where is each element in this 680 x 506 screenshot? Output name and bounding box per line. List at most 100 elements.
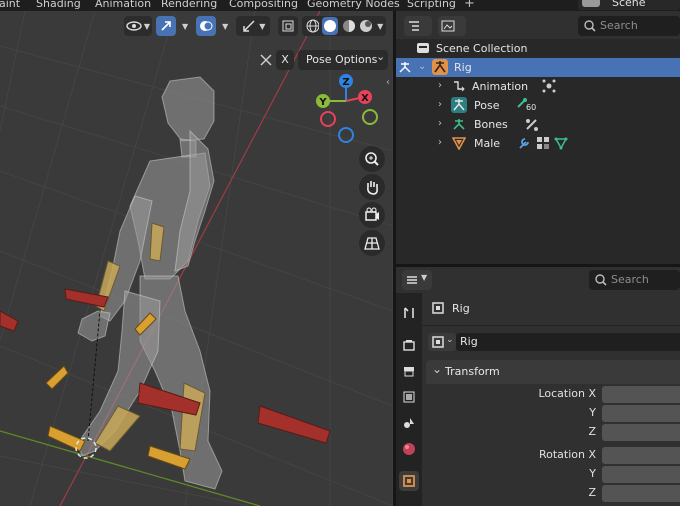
rotation-x-label: Rotation X — [538, 448, 596, 461]
bone-overlay-toggle[interactable]: ▼ — [236, 16, 271, 36]
outliner-item-label: Scene Collection — [436, 42, 528, 55]
tab-render[interactable] — [399, 335, 419, 355]
outliner-item-male[interactable]: › Male — [396, 134, 680, 153]
object-datablock-dropdown[interactable]: ⌄ — [428, 333, 456, 351]
properties-search-input[interactable]: Search — [589, 270, 680, 290]
zoom-icon — [365, 152, 379, 166]
tab-compositing[interactable]: Compositing — [229, 0, 298, 10]
object-name-field-value: Rig — [460, 335, 478, 348]
rotation-y-field[interactable] — [602, 466, 680, 483]
tab-view-layer[interactable] — [399, 387, 419, 407]
outliner-header: Search — [396, 11, 680, 39]
outliner-item-label: Animation — [472, 80, 529, 93]
transform-panel-header[interactable]: ⌄ Transform — [426, 360, 680, 384]
zoom-button[interactable] — [359, 146, 385, 172]
eye-icon — [126, 21, 142, 31]
transform-panel: ⌄ Transform Location X Y Z Rotation X Y … — [426, 360, 680, 506]
tab-geometry-nodes[interactable]: Geometry Nodes — [307, 0, 400, 10]
perspective-toggle-button[interactable] — [359, 230, 385, 256]
location-y-label: Y — [589, 406, 596, 419]
tab-paint[interactable]: aint — [0, 0, 20, 10]
location-z-field[interactable] — [602, 424, 680, 441]
filter-dropdown[interactable] — [438, 16, 466, 36]
3d-viewport[interactable]: ▼ ▼ ▼ ▼ ▼ X Pose Options ⌄ Z Y X ‹ — [0, 11, 393, 506]
gizmo-neg-z[interactable] — [338, 127, 354, 143]
collection-icon — [417, 43, 429, 53]
outliner-item-scene-collection[interactable]: Scene Collection — [396, 39, 680, 58]
properties-header: ▼ Search — [396, 267, 680, 293]
tab-output[interactable] — [399, 361, 419, 381]
xray-toggle[interactable] — [278, 16, 299, 36]
pose-bone-count: 60 — [526, 103, 537, 112]
pan-button[interactable] — [359, 174, 385, 200]
outliner-item-animation[interactable]: › Animation — [396, 77, 680, 96]
location-x-label: Location X — [538, 387, 596, 400]
rotation-z-field[interactable] — [602, 485, 680, 502]
output-icon — [404, 367, 414, 377]
sidebar-toggle-icon[interactable]: ‹ — [386, 77, 390, 88]
tab-shading[interactable]: Shading — [36, 0, 81, 10]
gizmo-toggle[interactable] — [156, 16, 176, 36]
transform-panel-body: Location X Y Z Rotation X Y Z — [426, 384, 680, 506]
pose-options-dropdown[interactable]: Pose Options ⌄ — [298, 50, 388, 70]
outliner-item-pose[interactable]: › Pose 60 — [396, 96, 680, 115]
expand-arrow-icon[interactable]: ⌄ — [418, 61, 426, 72]
list-icon — [409, 21, 419, 31]
tab-rendering[interactable]: Rendering — [161, 0, 217, 10]
tab-tool[interactable] — [399, 303, 419, 323]
object-name-row: Rig — [422, 293, 680, 325]
gizmo-arrow-icon — [161, 21, 171, 31]
add-workspace-button[interactable]: + — [464, 0, 475, 11]
solid-shading-button[interactable] — [322, 17, 339, 35]
tab-scene[interactable] — [399, 413, 419, 433]
image-icon — [441, 20, 455, 32]
overlay-toggle[interactable] — [196, 16, 217, 36]
object-name: Rig — [452, 302, 470, 315]
outliner-item-label: Bones — [474, 118, 508, 131]
render-icon — [403, 340, 415, 351]
pose-bone-icon — [260, 54, 272, 66]
collapse-arrow-icon[interactable]: › — [438, 118, 442, 129]
location-x-field[interactable] — [602, 386, 680, 403]
overlay-caret-icon[interactable]: ▼ — [222, 22, 228, 31]
world-icon — [403, 443, 415, 455]
display-mode-dropdown[interactable] — [404, 16, 432, 36]
tab-scripting[interactable]: Scripting — [407, 0, 456, 10]
rotation-x-field[interactable] — [602, 447, 680, 464]
camera-view-button[interactable] — [359, 202, 385, 228]
properties-editor-icon — [407, 276, 417, 284]
location-y-field[interactable] — [602, 405, 680, 422]
outliner-item-bones[interactable]: › Bones — [396, 115, 680, 134]
gizmo-y-label: Y — [318, 97, 327, 108]
grid-icon — [364, 237, 380, 250]
outliner-item-rig[interactable]: ⌄ Rig — [396, 58, 680, 77]
object-name-field[interactable]: Rig — [456, 333, 680, 351]
keyframe-dots-icon — [542, 79, 556, 93]
tab-world[interactable] — [399, 439, 419, 459]
outliner-search-input[interactable]: Search — [578, 16, 680, 36]
camera-icon — [365, 207, 379, 221]
x-mirror-toggle[interactable]: X — [276, 50, 294, 70]
solid-shading-icon — [324, 20, 337, 32]
gizmo-neg-x[interactable] — [320, 111, 336, 127]
visibility-toggle[interactable]: ▼ — [124, 16, 152, 36]
scene-selector[interactable]: Scene — [578, 0, 680, 10]
wireframe-shading-icon[interactable] — [305, 18, 320, 34]
collapse-arrow-icon[interactable]: › — [438, 80, 442, 91]
collapse-arrow-icon[interactable]: › — [438, 137, 442, 148]
shading-modes: ▼ — [302, 16, 387, 36]
pose-mode-icon — [399, 62, 411, 73]
material-shading-icon[interactable] — [341, 18, 356, 34]
collapse-arrow-icon[interactable]: › — [438, 99, 442, 110]
armature-icon — [432, 59, 448, 75]
gizmo-caret-icon[interactable]: ▼ — [182, 22, 188, 31]
bones-icon — [453, 119, 465, 130]
rendered-shading-icon[interactable] — [358, 18, 373, 34]
editor-type-dropdown[interactable]: ▼ — [402, 270, 432, 290]
scene-icon — [582, 0, 600, 7]
gizmo-neg-y[interactable] — [362, 109, 378, 125]
tab-object[interactable] — [399, 471, 419, 491]
bone-data-icon — [526, 119, 538, 131]
tab-animation[interactable]: Animation — [95, 0, 151, 10]
view-layer-icon — [403, 391, 415, 403]
